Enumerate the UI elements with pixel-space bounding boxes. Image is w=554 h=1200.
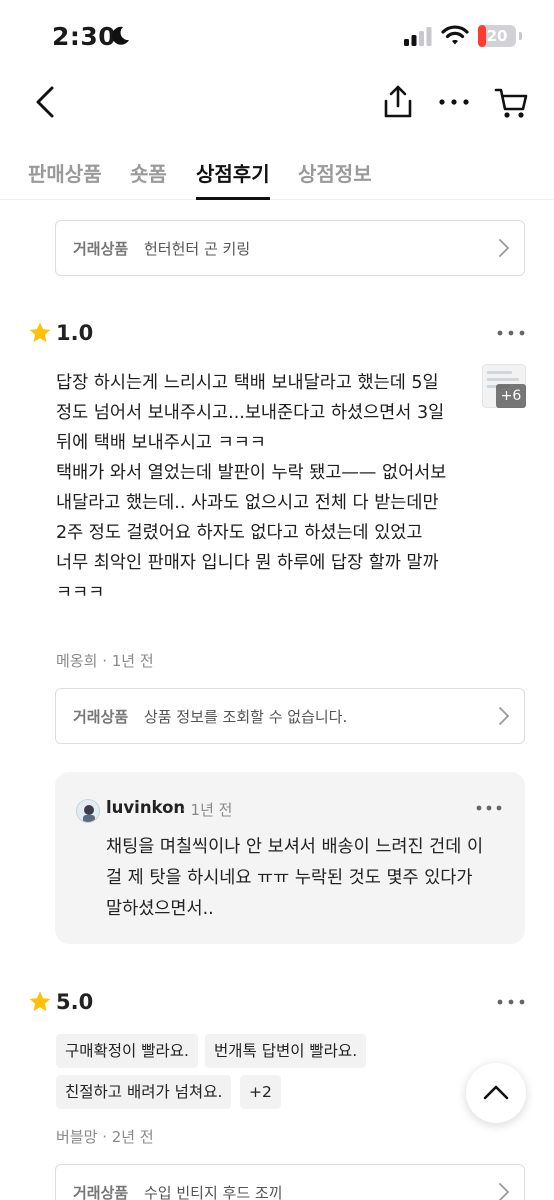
review-text-line: 택배가 와서 열었는데 발판이 누락 됐고—— 없어서보 [56, 463, 447, 483]
review-text-line: 2주 정도 걸렸어요 하자도 없다고 하셨는데 있었고 [56, 523, 423, 543]
review-time: · 2년 전 [102, 1128, 154, 1146]
tab-shortform[interactable]: 숏폼 [130, 158, 167, 187]
active-tab-indicator [196, 197, 270, 200]
seller-reply: luvinkon · 1년 전 채팅을 며칠씩이나 안 보셔서 배송이 느려진 … [55, 772, 525, 944]
review-tag: 번개톡 답변이 빨라요. [205, 1034, 367, 1068]
tab-shop-info[interactable]: 상점정보 [298, 158, 372, 187]
tab-reviews[interactable]: 상점후기 [196, 158, 270, 187]
reply-text-line: 걸 제 탓을 하시네요 ㅠㅠ 누락된 것도 몇주 있다가 [106, 868, 473, 888]
tab-products[interactable]: 판매상품 [28, 158, 102, 187]
reply-text-line: 채팅을 며칠씩이나 안 보셔서 배송이 느려진 건데 이 [106, 837, 484, 857]
trade-product-name: 수입 빈티지 후드 조끼 [144, 1184, 283, 1200]
share-icon[interactable] [381, 84, 415, 120]
chevron-right-icon [499, 1183, 509, 1200]
review-time: · 1년 전 [102, 652, 154, 670]
trade-product-label: 거래상품 [73, 708, 129, 726]
review-rating: 1.0 [28, 318, 93, 348]
review-text-line: ㅋㅋㅋ [56, 583, 105, 603]
review-meta: 메옹희 · 1년 전 [56, 650, 154, 671]
review-text-line: 정도 넘어서 보내주시고...보내준다고 하셨으면서 3일 [56, 403, 445, 423]
review-author[interactable]: 메옹희 [56, 652, 97, 670]
battery-icon: 20 [478, 25, 516, 47]
star-icon [29, 322, 51, 342]
signal-icon [404, 27, 432, 46]
reply-username[interactable]: luvinkon [106, 798, 185, 817]
review-text-line: 답장 하시는게 느리시고 택배 보내달라고 했는데 5일 [56, 373, 439, 393]
moon-icon [112, 26, 129, 45]
tab-bar: 판매상품 숏폼 상점후기 상점정보 [0, 150, 554, 200]
reply-time: · 1년 전 [181, 801, 233, 819]
review-tag: 구매확정이 빨라요. [56, 1034, 198, 1068]
review-text: 답장 하시는게 느리시고 택배 보내달라고 했는데 5일 정도 넘어서 보내주시… [56, 368, 476, 608]
reply-text: 채팅을 며칠씩이나 안 보셔서 배송이 느려진 건데 이 걸 제 탓을 하시네요… [106, 832, 506, 925]
wifi-icon [441, 25, 469, 45]
star-icon [29, 991, 51, 1011]
trade-product-label: 거래상품 [73, 1184, 129, 1200]
trade-product-link[interactable]: 거래상품 상품 정보를 조회할 수 없습니다. [55, 688, 525, 744]
chevron-up-icon [483, 1085, 509, 1100]
avatar[interactable] [76, 799, 100, 823]
more-tags-chip[interactable]: +2 [240, 1075, 281, 1109]
trade-product-name: 헌터헌터 곤 키링 [144, 240, 251, 258]
rating-value: 1.0 [56, 321, 94, 345]
review-meta: 버블망 · 2년 전 [56, 1126, 154, 1147]
cart-icon[interactable] [493, 85, 529, 121]
review-text-line: 너무 최악인 판매자 입니다 뭔 하루에 답장 할까 말까 [56, 553, 439, 573]
review-text-line: 뒤에 택배 보내주시고 ㅋㅋㅋ [56, 433, 266, 453]
review-more-icon[interactable] [496, 997, 526, 1007]
review-author[interactable]: 버블망 [56, 1128, 97, 1146]
rating-value: 5.0 [56, 990, 94, 1014]
reply-text-line: 말하셨으면서.. [106, 899, 214, 919]
trade-product-link[interactable]: 거래상품 헌터헌터 곤 키링 [55, 220, 525, 276]
status-bar: 2:30 20 [0, 0, 554, 74]
photo-count-badge: +6 [496, 384, 526, 408]
back-button[interactable] [28, 82, 64, 122]
more-options-icon[interactable] [437, 88, 471, 116]
trade-product-label: 거래상품 [73, 240, 129, 258]
battery-level: 20 [486, 27, 508, 45]
avatar-image [77, 800, 99, 822]
review-tag: 친절하고 배려가 넘쳐요. [56, 1075, 232, 1109]
battery-cap [519, 32, 522, 40]
review-rating: 5.0 [28, 987, 93, 1017]
trade-product-link[interactable]: 거래상품 수입 빈티지 후드 조끼 [55, 1164, 525, 1200]
review-more-icon[interactable] [496, 328, 526, 338]
scroll-to-top-button[interactable] [466, 1063, 526, 1123]
status-time: 2:30 [52, 22, 117, 51]
trade-product-name: 상품 정보를 조회할 수 없습니다. [144, 708, 348, 726]
chevron-right-icon [499, 707, 509, 725]
reply-more-icon[interactable] [475, 803, 503, 813]
review-text-line: 내달라고 했는데.. 사과도 없으시고 전체 다 받는데만 [56, 493, 439, 513]
chevron-right-icon [499, 239, 509, 257]
